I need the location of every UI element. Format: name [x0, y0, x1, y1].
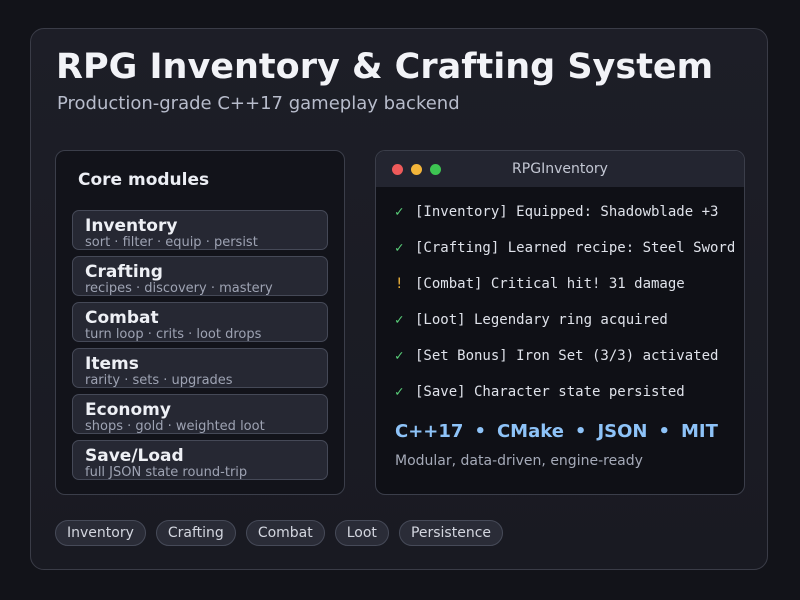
- page-subtitle: Production-grade C++17 gameplay backend: [57, 93, 460, 114]
- tech-separator: •: [574, 421, 587, 442]
- tag-combat[interactable]: Combat: [245, 520, 325, 546]
- tech-item: C++17: [395, 421, 464, 442]
- module-name: Economy: [85, 400, 171, 420]
- tech-item: MIT: [680, 421, 718, 442]
- tag-persistence[interactable]: Persistence: [398, 520, 504, 546]
- log-text: [Inventory] Equipped: Shadowblade +3: [415, 204, 719, 220]
- module-description: shops · gold · weighted loot: [85, 419, 265, 434]
- log-line: ! [Combat] Critical hit! 31 damage: [395, 276, 685, 292]
- tag-loot[interactable]: Loot: [334, 520, 389, 546]
- log-text: [Set Bonus] Iron Set (3/3) activated: [415, 348, 719, 364]
- module-description: full JSON state round-trip: [85, 465, 248, 480]
- tech-separator: •: [658, 421, 670, 442]
- module-name: Save/Load: [85, 446, 184, 466]
- module-items[interactable]: Items rarity · sets · upgrades: [72, 348, 328, 388]
- tag-crafting[interactable]: Crafting: [155, 520, 236, 546]
- log-text: [Crafting] Learned recipe: Steel Sword: [415, 240, 736, 256]
- module-inventory[interactable]: Inventory sort · filter · equip · persis…: [72, 210, 328, 250]
- terminal-window: RPGInventory ✓ [Inventory] Equipped: Shad…: [375, 150, 745, 495]
- log-line: ✓ [Loot] Legendary ring acquired: [395, 312, 668, 328]
- tech-item: JSON: [597, 421, 648, 442]
- check-icon: ✓: [395, 204, 404, 220]
- check-icon: ✓: [395, 240, 404, 256]
- module-description: rarity · sets · upgrades: [85, 373, 233, 388]
- tech-separator: •: [474, 421, 486, 442]
- module-crafting[interactable]: Crafting recipes · discovery · mastery: [72, 256, 328, 296]
- page-title: RPG Inventory & Crafting System: [56, 47, 714, 87]
- module-combat[interactable]: Combat turn loop · crits · loot drops: [72, 302, 328, 342]
- tech-item: CMake: [496, 421, 564, 442]
- log-line: ✓ [Save] Character state persisted: [395, 384, 685, 400]
- module-name: Combat: [85, 308, 159, 328]
- log-text: [Save] Character state persisted: [415, 384, 685, 400]
- check-icon: ✓: [395, 348, 404, 364]
- log-text: [Loot] Legendary ring acquired: [415, 312, 668, 328]
- core-modules-panel: Core modules Inventory sort · filter · e…: [55, 150, 345, 495]
- check-icon: ✓: [395, 384, 404, 400]
- core-modules-heading: Core modules: [78, 170, 210, 190]
- terminal-title-bar: RPGInventory: [376, 151, 744, 187]
- module-description: sort · filter · equip · persist: [85, 235, 258, 250]
- log-line: ✓ [Inventory] Equipped: Shadowblade +3: [395, 204, 718, 220]
- module-description: turn loop · crits · loot drops: [85, 327, 262, 342]
- terminal-title: RPGInventory: [512, 161, 608, 177]
- exclamation-icon: !: [395, 276, 404, 292]
- log-line: ✓ [Set Bonus] Iron Set (3/3) activated: [395, 348, 718, 364]
- module-name: Crafting: [85, 262, 163, 282]
- check-icon: ✓: [395, 312, 404, 328]
- module-description: recipes · discovery · mastery: [85, 281, 273, 296]
- tag-list: Inventory Crafting Combat Loot Persisten…: [55, 520, 504, 546]
- tagline: Modular, data-driven, engine-ready: [395, 453, 643, 469]
- module-name: Inventory: [85, 216, 178, 236]
- module-economy[interactable]: Economy shops · gold · weighted loot: [72, 394, 328, 434]
- log-text: [Combat] Critical hit! 31 damage: [415, 276, 685, 292]
- tech-stack: C++17 • CMake • JSON • MIT: [395, 421, 718, 442]
- log-line: ✓ [Crafting] Learned recipe: Steel Sword: [395, 240, 735, 256]
- module-save-load[interactable]: Save/Load full JSON state round-trip: [72, 440, 328, 480]
- module-name: Items: [85, 354, 139, 374]
- tag-inventory[interactable]: Inventory: [55, 520, 146, 546]
